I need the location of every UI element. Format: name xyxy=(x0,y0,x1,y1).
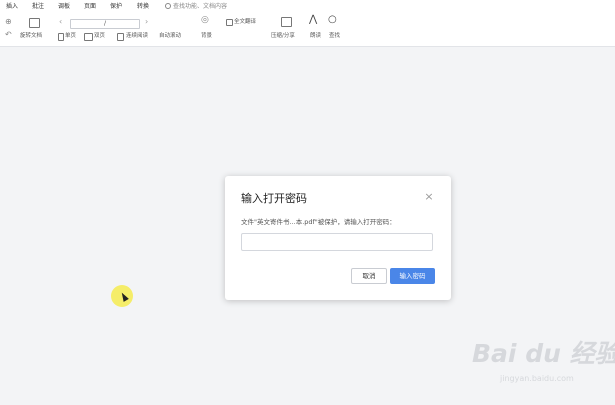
dialog-title: 输入打开密码 xyxy=(241,192,307,205)
find-icon: ○ xyxy=(328,14,337,25)
zoom-in-icon[interactable]: ⊕ xyxy=(5,18,12,26)
close-icon[interactable]: × xyxy=(423,191,435,203)
double-page-icon xyxy=(84,33,93,41)
menu-protect[interactable]: 保护 xyxy=(110,3,122,11)
dialog-description: 文件"英文寄件书...本.pdf"被保护，请输入打开密码： xyxy=(241,218,396,226)
enter-password-button[interactable]: 输入密码 xyxy=(390,268,435,284)
menu-convert[interactable]: 转换 xyxy=(137,3,149,11)
menu-page[interactable]: 页面 xyxy=(84,3,96,11)
prev-page-icon[interactable]: ‹ xyxy=(59,18,62,26)
eye-icon: ◎ xyxy=(201,15,209,25)
cancel-button[interactable]: 取消 xyxy=(351,268,387,284)
image-icon xyxy=(281,17,292,27)
menu-bar: 插入 批注 调板 页面 保护 转换 查找功能、文档内容 xyxy=(0,0,615,14)
search-icon xyxy=(165,3,171,9)
full-translate-button[interactable]: 全文翻译 xyxy=(234,19,256,26)
watermark: Bai du 经验 jingyan.baidu.com xyxy=(472,336,615,396)
find-button[interactable]: 查找 xyxy=(329,33,340,40)
read-aloud-icon: ⋀ xyxy=(309,14,318,25)
single-page-button[interactable]: 单页 xyxy=(65,33,76,40)
password-input[interactable] xyxy=(241,233,433,251)
page-number-input[interactable]: / xyxy=(70,19,140,29)
single-page-icon xyxy=(58,33,64,41)
read-aloud-button[interactable]: 朗读 xyxy=(310,33,321,40)
watermark-url: jingyan.baidu.com xyxy=(500,374,574,383)
double-page-button[interactable]: 双页 xyxy=(94,33,105,40)
auto-scroll-button[interactable]: 自动滚动 xyxy=(159,33,181,40)
translate-icon xyxy=(226,19,233,26)
compress-share-button[interactable]: 压缩/分享 xyxy=(271,33,295,40)
continuous-reading-button[interactable]: 连续阅读 xyxy=(126,33,148,40)
watermark-logo: Bai du 经验 xyxy=(472,339,615,368)
password-dialog: 输入打开密码 × 文件"英文寄件书...本.pdf"被保护，请输入打开密码： 取… xyxy=(225,176,451,300)
background-button[interactable]: 背景 xyxy=(201,33,212,40)
next-page-icon[interactable]: › xyxy=(145,18,148,26)
continuous-icon xyxy=(117,33,124,41)
menu-comment[interactable]: 批注 xyxy=(32,3,44,11)
rotate-document-label[interactable]: 旋转文档 xyxy=(20,33,42,40)
menu-insert[interactable]: 插入 xyxy=(6,3,18,11)
search-box[interactable]: 查找功能、文档内容 xyxy=(165,3,227,11)
rotate-icon[interactable] xyxy=(29,18,40,28)
toolbar: ⊕ ↶ 旋转文档 ‹ / › 单页 双页 连续阅读 自动滚动 ◎ 背景 全文翻译… xyxy=(0,14,615,47)
zoom-out-icon[interactable]: ↶ xyxy=(5,31,12,39)
menu-edit[interactable]: 调板 xyxy=(58,3,70,11)
search-label: 查找功能、文档内容 xyxy=(173,3,228,10)
